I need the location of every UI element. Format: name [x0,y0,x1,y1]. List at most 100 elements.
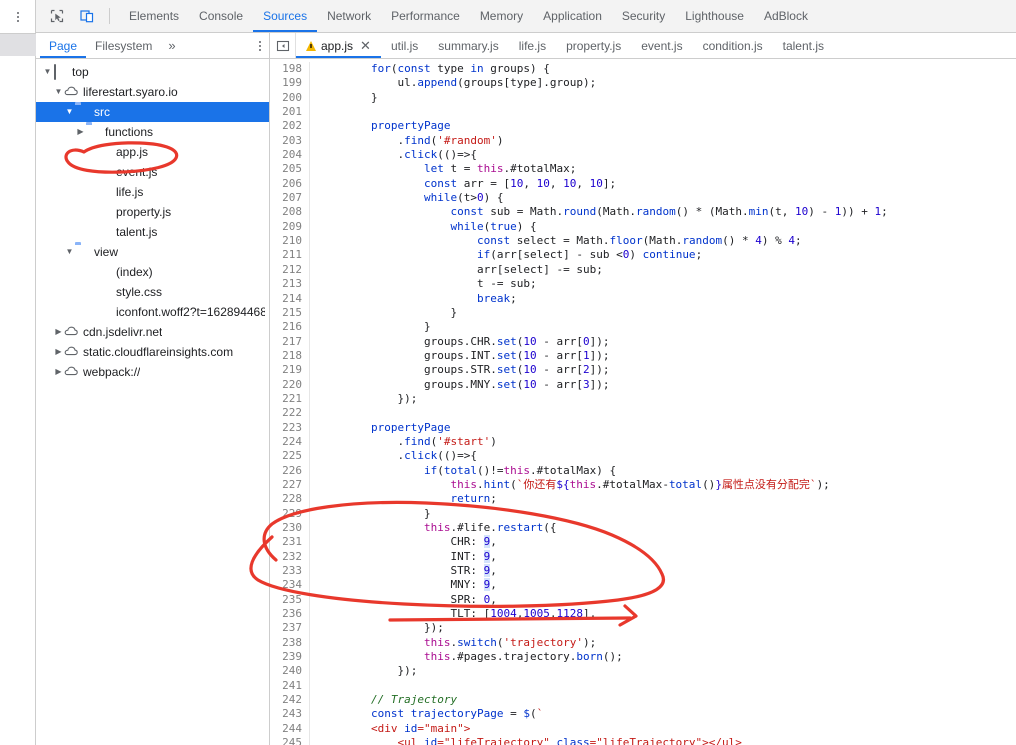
code-line[interactable]: 238 this.switch('trajectory'); [270,635,1016,651]
code-line[interactable]: 203 .find('#random') [270,133,1016,149]
code-line[interactable]: 225 .click(()=>{ [270,449,1016,464]
editor-tab-life-js[interactable]: life.js [509,33,556,58]
line-number[interactable]: 232 [270,549,310,565]
chevron-down-icon[interactable] [42,62,53,82]
code-text[interactable]: for(const type in groups) { [310,62,1016,76]
line-number[interactable]: 199 [270,76,310,91]
line-number[interactable]: 245 [270,736,310,745]
code-line[interactable]: 228 return; [270,492,1016,507]
code-text[interactable]: }); [310,392,1016,406]
code-text[interactable]: }); [310,621,1016,635]
code-line[interactable]: 243 const trajectoryPage = $(` [270,707,1016,722]
chevron-down-icon[interactable] [64,242,75,262]
code-text[interactable]: } [310,91,1016,105]
code-line[interactable]: 245 <ul id="lifeTrajectory" class="lifeT… [270,736,1016,745]
editor-tab-event-js[interactable]: event.js [631,33,692,58]
editor-tab-summary-js[interactable]: summary.js [428,33,508,58]
code-line[interactable]: 208 const sub = Math.round(Math.random()… [270,205,1016,220]
line-number[interactable]: 242 [270,693,310,708]
code-lines[interactable]: 198 for(const type in groups) {199 ul.ap… [270,59,1016,745]
line-number[interactable]: 240 [270,664,310,679]
code-text[interactable]: INT: 9, [310,549,1016,564]
line-number[interactable]: 230 [270,521,310,536]
device-toolbar-icon[interactable] [74,3,100,29]
code-line[interactable]: 210 const select = Math.floor(Math.rando… [270,234,1016,249]
code-line[interactable]: 237 }); [270,621,1016,636]
editor-tab-util-js[interactable]: util.js [381,33,428,58]
tree-item-liferestart-syaro-io[interactable]: liferestart.syaro.io [36,82,269,102]
tab-elements[interactable]: Elements [119,0,189,32]
code-text[interactable]: TLT: [1004,1005,1128], [310,607,1016,621]
line-number[interactable]: 217 [270,334,310,349]
line-number[interactable]: 220 [270,377,310,392]
code-line[interactable]: 217 groups.CHR.set(10 - arr[0]); [270,334,1016,349]
tree-item-style-css[interactable]: style.css [36,282,269,302]
code-line[interactable]: 212 arr[select] -= sub; [270,262,1016,278]
code-text[interactable]: propertyPage [310,119,1016,133]
code-editor[interactable]: 198 for(const type in groups) {199 ul.ap… [270,59,1016,745]
code-line[interactable]: 229 } [270,506,1016,521]
line-number[interactable]: 239 [270,650,310,665]
tree-item-src[interactable]: src [36,102,269,122]
line-number[interactable]: 237 [270,621,310,636]
code-text[interactable] [310,679,1016,693]
code-text[interactable]: this.#pages.trajectory.born(); [310,650,1016,664]
code-line[interactable]: 222 [270,406,1016,421]
code-text[interactable]: }); [310,664,1016,678]
code-text[interactable]: } [310,507,1016,521]
code-text[interactable]: t -= sub; [310,277,1016,291]
file-tree[interactable]: top liferestart.syaro.io src functions app.j… [36,59,269,745]
code-text[interactable]: return; [310,492,1016,506]
tree-item-top[interactable]: top [36,62,269,82]
line-number[interactable]: 211 [270,248,310,263]
line-number[interactable]: 224 [270,434,310,450]
tab-performance[interactable]: Performance [381,0,470,32]
line-number[interactable]: 205 [270,162,310,177]
tree-item--index-[interactable]: (index) [36,262,269,282]
code-text[interactable]: this.hint(`你还有${this.#totalMax-total()}属… [310,478,1016,492]
code-text[interactable]: MNY: 9, [310,578,1016,592]
code-line[interactable]: 211 if(arr[select] - sub <0) continue; [270,248,1016,263]
line-number[interactable]: 235 [270,592,310,608]
code-line[interactable]: 201 [270,105,1016,120]
code-text[interactable] [310,105,1016,119]
line-number[interactable]: 214 [270,291,310,306]
code-line[interactable]: 200 } [270,90,1016,106]
chevron-right-icon[interactable] [75,122,86,142]
code-line[interactable]: 224 .find('#start') [270,434,1016,450]
code-line[interactable]: 202 propertyPage [270,119,1016,134]
code-line[interactable]: 220 groups.MNY.set(10 - arr[3]); [270,377,1016,392]
code-text[interactable]: <ul id="lifeTrajectory" class="lifeTraje… [310,736,1016,745]
code-text[interactable]: // Trajectory [310,693,1016,707]
code-line[interactable]: 204 .click(()=>{ [270,148,1016,163]
code-text[interactable]: groups.STR.set(10 - arr[2]); [310,363,1016,377]
tree-item-life-js[interactable]: life.js [36,182,269,202]
code-line[interactable]: 231 CHR: 9, [270,535,1016,550]
tree-item-app-js[interactable]: app.js [36,142,269,162]
code-line[interactable]: 233 STR: 9, [270,564,1016,579]
code-line[interactable]: 215 } [270,305,1016,321]
code-text[interactable]: while(t>0) { [310,191,1016,205]
code-line[interactable]: 219 groups.STR.set(10 - arr[2]); [270,363,1016,378]
code-text[interactable]: <div id="main"> [310,722,1016,736]
code-text[interactable]: } [310,320,1016,334]
line-number[interactable]: 206 [270,176,310,192]
tree-item-functions[interactable]: functions [36,122,269,142]
editor-tab-property-js[interactable]: property.js [556,33,631,58]
code-line[interactable]: 240 }); [270,664,1016,679]
inspect-element-icon[interactable] [44,3,70,29]
line-number[interactable]: 231 [270,535,310,550]
nav-tab-filesystem[interactable]: Filesystem [86,33,161,58]
code-line[interactable]: 239 this.#pages.trajectory.born(); [270,650,1016,665]
code-text[interactable]: .click(()=>{ [310,148,1016,162]
line-number[interactable]: 243 [270,707,310,722]
code-text[interactable]: SPR: 0, [310,593,1016,607]
tab-adblock[interactable]: AdBlock [754,0,818,32]
line-number[interactable]: 215 [270,305,310,321]
code-line[interactable]: 232 INT: 9, [270,549,1016,565]
line-number[interactable]: 208 [270,205,310,220]
editor-tab-talent-js[interactable]: talent.js [773,33,834,58]
code-line[interactable]: 206 const arr = [10, 10, 10, 10]; [270,176,1016,192]
tab-lighthouse[interactable]: Lighthouse [675,0,754,32]
chevron-right-icon[interactable] [53,362,64,382]
